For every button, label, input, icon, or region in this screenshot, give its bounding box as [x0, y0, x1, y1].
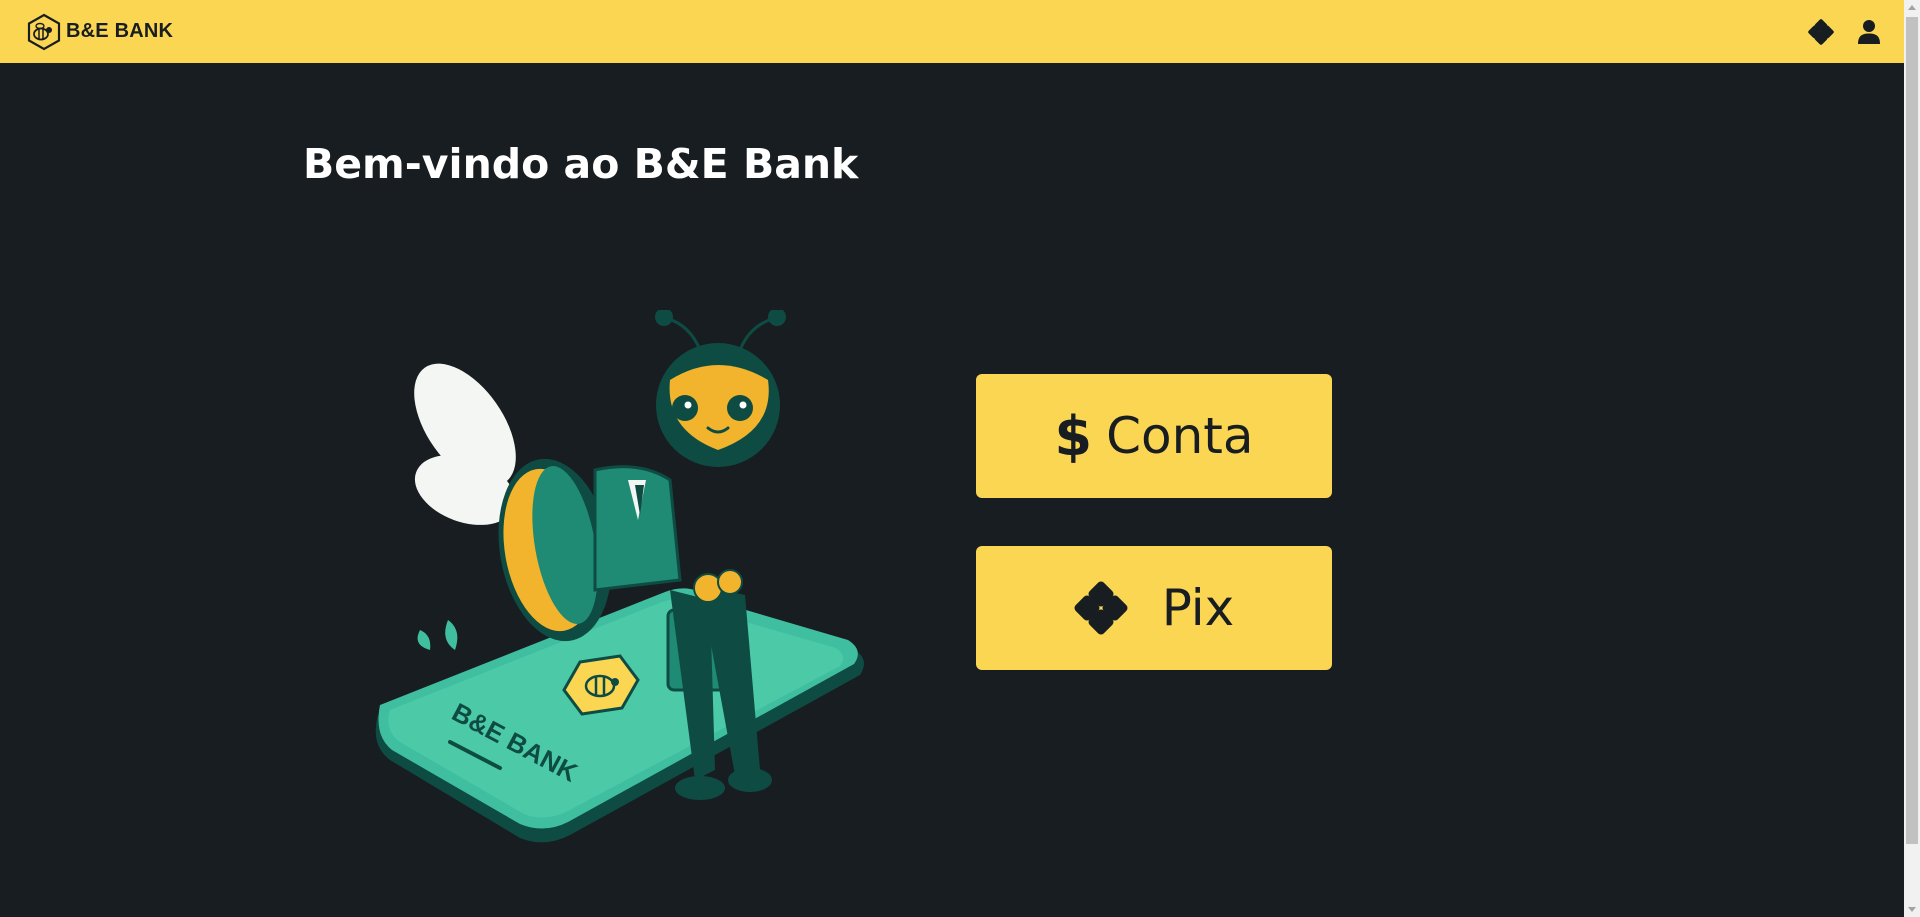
- conta-button-label: Conta: [1106, 407, 1254, 465]
- phone-illustration: B&E BANK: [375, 588, 864, 843]
- header-actions: [1808, 18, 1882, 45]
- conta-button[interactable]: $ Conta: [976, 374, 1332, 498]
- dollar-icon: $: [1054, 404, 1093, 468]
- page-title: Bem-vindo ao B&E Bank: [303, 140, 859, 188]
- brand-name: B&E BANK: [66, 20, 174, 42]
- top-navbar: B&E BANK: [0, 0, 1904, 63]
- scroll-down-arrow[interactable]: [1908, 907, 1916, 912]
- user-icon[interactable]: [1856, 19, 1882, 45]
- page-scrollbar[interactable]: [1904, 0, 1920, 917]
- pix-icon[interactable]: [1808, 18, 1834, 45]
- pix-button-label: Pix: [1161, 579, 1235, 637]
- brand-logo[interactable]: B&E BANK: [26, 13, 173, 51]
- bee-logo-icon: [27, 13, 61, 50]
- scrollbar-thumb[interactable]: [1906, 17, 1918, 844]
- pix-icon: [1074, 581, 1128, 635]
- bee-mascot-illustration: B&E BANK: [375, 310, 864, 843]
- pix-button[interactable]: Pix: [976, 546, 1332, 670]
- scroll-up-arrow[interactable]: [1908, 5, 1916, 10]
